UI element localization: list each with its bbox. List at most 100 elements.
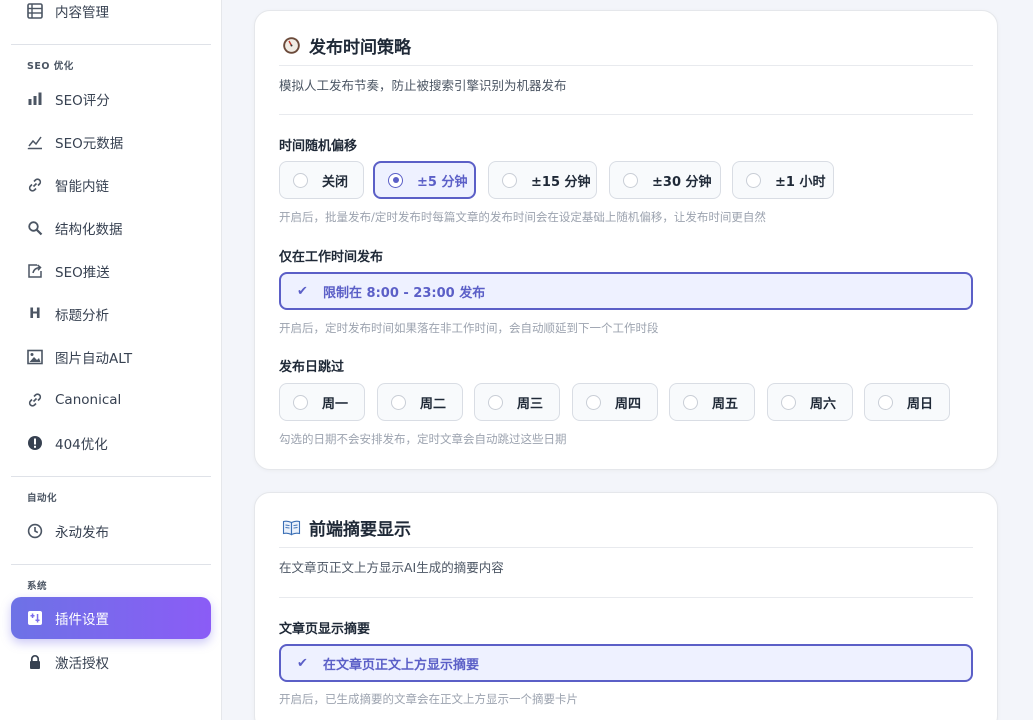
sidebar-item-404[interactable]: 404优化 (11, 422, 211, 464)
checkbox-label: 限制在 8:00 - 23:00 发布 (323, 285, 486, 301)
sidebar-divider (11, 564, 211, 565)
sidebar-item-seo-metadata[interactable]: SEO元数据 (11, 121, 211, 163)
skip-day-thu[interactable]: 周四 (572, 383, 658, 421)
sidebar-item-label: 404优化 (55, 437, 108, 453)
link-icon (26, 176, 44, 194)
lock-icon (26, 653, 44, 671)
summary-display-card: 前端摘要显示 在文章页正文上方显示AI生成的摘要内容 文章页显示摘要 ✔ 在文章… (254, 492, 998, 720)
sidebar-item-label: 图片自动ALT (55, 351, 133, 367)
bar-chart-icon (26, 90, 44, 108)
day-label: 周一 (322, 396, 349, 412)
skip-days-hint: 勾选的日期不会安排发布，定时文章会自动跳过这些日期 (279, 432, 567, 446)
day-label: 周五 (712, 396, 739, 412)
checkbox-label: 在文章页正文上方显示摘要 (323, 657, 480, 673)
radio-icon (293, 172, 308, 188)
checkbox-icon (878, 394, 893, 410)
offset-option-30min[interactable]: ±30 分钟 (609, 161, 721, 199)
sidebar-item-label: 永动发布 (55, 525, 109, 541)
section-divider (279, 114, 973, 115)
option-label: ±30 分钟 (652, 174, 712, 190)
option-label: ±1 小时 (775, 174, 826, 190)
link-icon (26, 391, 44, 409)
work-hours-hint: 开启后，定时发布时间如果落在非工作时间，会自动顺延到下一个工作时段 (279, 321, 659, 335)
sidebar-item-label: 激活授权 (55, 656, 109, 672)
radio-icon (623, 172, 638, 188)
sidebar-item-label: 标题分析 (55, 308, 109, 324)
day-label: 周日 (907, 396, 934, 412)
card-title-text: 发布时间策略 (309, 38, 411, 58)
work-hours-label: 仅在工作时间发布 (279, 250, 384, 265)
day-label: 周二 (420, 396, 447, 412)
show-summary-checkbox[interactable]: ✔ 在文章页正文上方显示摘要 (279, 644, 973, 682)
checkmark-icon: ✔ (297, 283, 308, 299)
offset-option-15min[interactable]: ±15 分钟 (488, 161, 597, 199)
radio-icon (746, 172, 761, 188)
section-divider (279, 597, 973, 598)
card-title: 前端摘要显示 (281, 515, 411, 540)
image-icon (26, 348, 44, 366)
card-title: 发布时间策略 (281, 33, 411, 58)
sidebar: 内容管理 SEO 优化 SEO评分 SEO元数据 智能内链 结构化数据 SEO推… (0, 0, 222, 720)
sidebar-item-content-management[interactable]: 内容管理 (11, 0, 211, 32)
group-title-automation: 自动化 (27, 493, 58, 504)
share-icon (26, 262, 44, 280)
skip-day-sun[interactable]: 周日 (864, 383, 950, 421)
card-description: 模拟人工发布节奏，防止被搜索引擎识别为机器发布 (279, 78, 567, 93)
sidebar-divider (11, 476, 211, 477)
sidebar-item-label: 插件设置 (55, 612, 109, 628)
checkbox-icon (488, 394, 503, 410)
sidebar-item-label: Canonical (55, 392, 122, 408)
sidebar-item-smart-links[interactable]: 智能内链 (11, 164, 211, 206)
sidebar-item-label: SEO推送 (55, 265, 110, 281)
checkmark-icon: ✔ (297, 655, 308, 671)
offset-option-off[interactable]: 关闭 (279, 161, 364, 199)
sidebar-item-image-alt[interactable]: 图片自动ALT (11, 336, 211, 378)
group-title-system: 系统 (27, 581, 48, 592)
sidebar-item-label: 智能内链 (55, 179, 109, 195)
sidebar-item-title-analysis[interactable]: H 标题分析 (11, 293, 211, 335)
card-title-text: 前端摘要显示 (309, 520, 411, 540)
offset-option-1hour[interactable]: ±1 小时 (732, 161, 834, 199)
skip-day-wed[interactable]: 周三 (474, 383, 560, 421)
card-description: 在文章页正文上方显示AI生成的摘要内容 (279, 560, 504, 575)
sidebar-item-structured-data[interactable]: 结构化数据 (11, 207, 211, 249)
day-label: 周三 (517, 396, 544, 412)
radio-icon (388, 172, 403, 188)
group-title-seo: SEO 优化 (27, 61, 74, 72)
sidebar-item-label: SEO元数据 (55, 136, 124, 152)
show-summary-hint: 开启后，已生成摘要的文章会在正文上方显示一个摘要卡片 (279, 692, 578, 706)
line-chart-icon (26, 133, 44, 151)
heading-icon: H (29, 306, 41, 322)
checkbox-icon (391, 394, 406, 410)
sidebar-item-canonical[interactable]: Canonical (11, 379, 211, 421)
sidebar-item-seo-push[interactable]: SEO推送 (11, 250, 211, 292)
option-label: ±5 分钟 (417, 174, 468, 190)
show-summary-label: 文章页显示摘要 (279, 622, 371, 637)
skip-day-mon[interactable]: 周一 (279, 383, 365, 421)
skip-day-fri[interactable]: 周五 (669, 383, 755, 421)
day-label: 周四 (615, 396, 642, 412)
sidebar-item-license[interactable]: 激活授权 (11, 641, 211, 683)
option-label: 关闭 (322, 174, 349, 190)
skip-day-tue[interactable]: 周二 (377, 383, 463, 421)
checkbox-icon (586, 394, 601, 410)
skip-days-label: 发布日跳过 (279, 360, 345, 375)
sidebar-item-seo-score[interactable]: SEO评分 (11, 78, 211, 120)
skip-day-sat[interactable]: 周六 (767, 383, 853, 421)
sidebar-item-plugin-settings[interactable]: 插件设置 (11, 597, 211, 639)
sidebar-item-label: SEO评分 (55, 93, 110, 109)
checkbox-icon (781, 394, 796, 410)
sidebar-divider (11, 44, 211, 45)
checkbox-icon (293, 394, 308, 410)
offset-option-5min[interactable]: ±5 分钟 (373, 161, 476, 199)
title-divider (279, 65, 973, 66)
work-hours-checkbox[interactable]: ✔ 限制在 8:00 - 23:00 发布 (279, 272, 973, 310)
checkbox-icon (683, 394, 698, 410)
stopwatch-icon (281, 36, 301, 56)
sidebar-item-auto-publish[interactable]: 永动发布 (11, 510, 211, 552)
radio-icon (502, 172, 517, 188)
book-icon (281, 518, 301, 538)
day-label: 周六 (810, 396, 837, 412)
settings-sliders-icon (26, 609, 44, 627)
clock-icon (26, 522, 44, 540)
